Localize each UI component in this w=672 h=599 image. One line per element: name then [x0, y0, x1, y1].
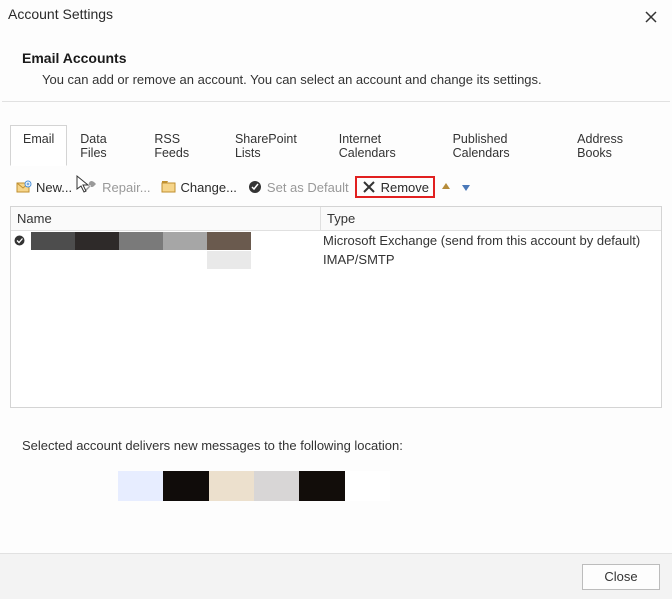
repair-account-button[interactable]: Repair... [78, 178, 154, 196]
dialog-footer: Close [0, 553, 672, 599]
toolbar-label: Set as Default [267, 180, 349, 195]
account-settings-dialog: Account Settings Email Accounts You can … [0, 0, 672, 599]
delivery-location-value [118, 471, 390, 501]
divider [2, 101, 670, 102]
move-up-button[interactable] [437, 178, 455, 196]
cell-type: Microsoft Exchange (send from this accou… [321, 233, 661, 248]
column-header-name[interactable]: Name [11, 207, 321, 230]
redacted-account-name [31, 251, 251, 269]
table-row[interactable]: Microsoft Exchange (send from this accou… [11, 231, 661, 250]
table-row[interactable]: IMAP/SMTP [11, 250, 661, 269]
move-down-button[interactable] [457, 178, 475, 196]
cell-type: IMAP/SMTP [321, 252, 661, 267]
remove-account-button[interactable]: Remove [355, 176, 435, 198]
wrench-icon [82, 179, 98, 195]
accounts-grid: Name Type Microsoft Exchange (send from … [10, 206, 662, 408]
folder-change-icon [161, 179, 177, 195]
redacted-account-name [31, 232, 251, 250]
tab-rss-feeds[interactable]: RSS Feeds [141, 125, 222, 166]
section-description: You can add or remove an account. You ca… [0, 68, 672, 101]
column-header-type[interactable]: Type [321, 207, 661, 230]
new-account-button[interactable]: New... [12, 178, 76, 196]
set-default-button[interactable]: Set as Default [243, 178, 353, 196]
dialog-header: Account Settings [0, 0, 672, 32]
toolbar-label: Remove [381, 180, 429, 195]
close-icon[interactable] [640, 6, 662, 28]
tab-sharepoint-lists[interactable]: SharePoint Lists [222, 125, 326, 166]
tab-address-books[interactable]: Address Books [564, 125, 662, 166]
default-check-icon [13, 235, 25, 247]
dialog-title: Account Settings [8, 6, 640, 22]
tab-email[interactable]: Email [10, 125, 67, 166]
tab-published-calendars[interactable]: Published Calendars [440, 125, 565, 166]
close-button[interactable]: Close [582, 564, 660, 590]
toolbar-label: Repair... [102, 180, 150, 195]
cell-name [11, 251, 321, 269]
cell-name [11, 232, 321, 250]
close-button-label: Close [604, 569, 637, 584]
section-heading: Email Accounts [0, 32, 672, 68]
tab-content-email: New... Repair... Change... Set as Defaul… [10, 166, 662, 507]
envelope-new-icon [16, 179, 32, 195]
toolbar-label: Change... [181, 180, 237, 195]
toolbar-label: New... [36, 180, 72, 195]
change-account-button[interactable]: Change... [157, 178, 241, 196]
tab-data-files[interactable]: Data Files [67, 125, 141, 166]
tab-internet-calendars[interactable]: Internet Calendars [326, 125, 440, 166]
check-circle-icon [247, 179, 263, 195]
tab-bar: EmailData FilesRSS FeedsSharePoint Lists… [10, 124, 662, 166]
delivery-location-label: Selected account delivers new messages t… [10, 408, 662, 453]
accounts-toolbar: New... Repair... Change... Set as Defaul… [10, 166, 662, 206]
grid-header: Name Type [11, 207, 661, 231]
x-icon [361, 179, 377, 195]
